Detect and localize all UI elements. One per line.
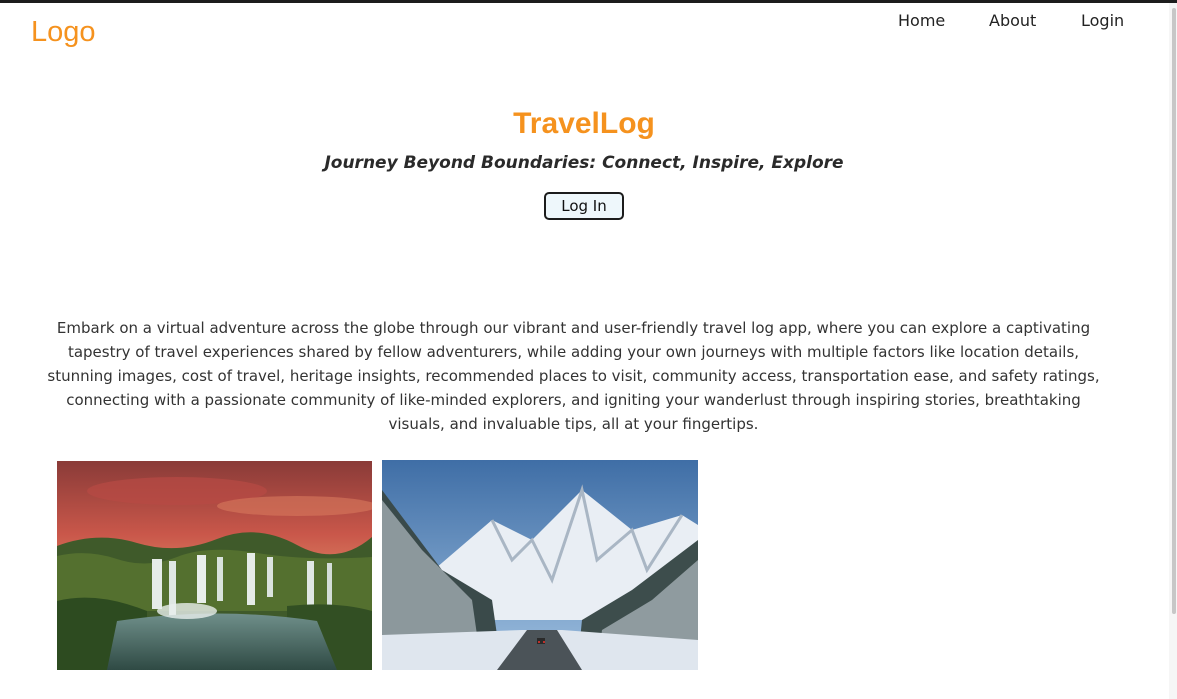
scrollbar[interactable] bbox=[1169, 3, 1177, 699]
snowy-mountain-road-photo bbox=[382, 460, 698, 670]
waterfall-photo bbox=[57, 461, 372, 670]
nav-about-link[interactable]: About bbox=[989, 10, 1036, 32]
page-title: TravelLog bbox=[513, 107, 655, 140]
top-border bbox=[0, 0, 1177, 3]
scrollbar-thumb[interactable] bbox=[1172, 8, 1176, 614]
page-subtitle: Journey Beyond Boundaries: Connect, Insp… bbox=[324, 153, 844, 173]
main-nav: Home About Login bbox=[0, 10, 1177, 34]
log-in-button[interactable]: Log In bbox=[544, 192, 624, 220]
nav-login-link[interactable]: Login bbox=[1081, 10, 1124, 32]
nav-home-link[interactable]: Home bbox=[898, 10, 945, 32]
intro-paragraph: Embark on a virtual adventure across the… bbox=[47, 319, 1100, 433]
